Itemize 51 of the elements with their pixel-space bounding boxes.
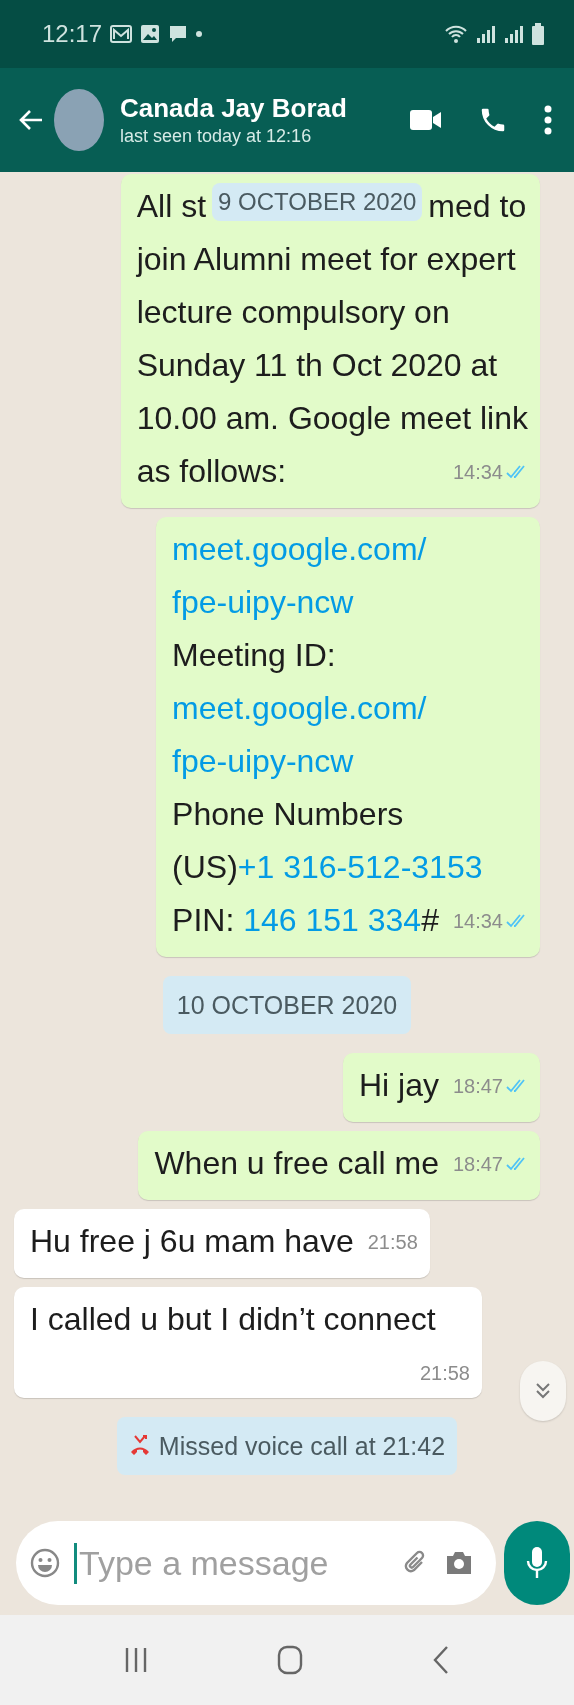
message-text: Sunday 11 th Oct 2020 at xyxy=(136,346,499,385)
clock-time: 12:17 xyxy=(42,20,103,48)
mail-icon xyxy=(110,24,133,44)
message-time: 18:47 xyxy=(452,1152,503,1177)
message-bubble[interactable]: All st 9 OCTOBER 2020 med to join Alumni meet for expert lecture compulsory on Sunday 11 th Oct 2020 at 10.00 am. Google meet link as follows: 14:34 xyxy=(120,174,540,508)
message-time: 21:58 xyxy=(419,1361,470,1386)
date-chip: 10 OCTOBER 2020 xyxy=(162,976,412,1034)
wifi-icon xyxy=(444,24,468,44)
contact-name[interactable]: Canada Jay Borad xyxy=(120,93,400,124)
video-call-icon[interactable] xyxy=(410,108,442,132)
message-bubble[interactable]: When u free call me 18:47 xyxy=(138,1131,540,1200)
last-seen-text: last seen today at 12:16 xyxy=(120,126,313,147)
double-chevron-icon xyxy=(534,1382,552,1400)
message-text: lecture compulsory on xyxy=(136,293,451,332)
message-text: Phone Numbers xyxy=(172,795,405,834)
message-text: PIN: 146 151 334# xyxy=(172,902,439,938)
message-text: (US)+1 316-512-3153 xyxy=(172,848,484,887)
message-bubble[interactable]: Hu free j 6u mam have 21:58 xyxy=(14,1209,430,1278)
chat-icon xyxy=(168,24,189,44)
signal-icon xyxy=(476,24,496,44)
message-time: 21:58 xyxy=(367,1230,418,1255)
message-text: join Alumni meet for expert xyxy=(136,240,517,279)
message-bubble[interactable]: Hi jay 18:47 xyxy=(342,1053,540,1122)
message-text: med to xyxy=(428,187,527,226)
message-time: 14:34 xyxy=(452,909,503,934)
signal-icon xyxy=(504,24,524,44)
message-text: Hu free j 6u mam have xyxy=(30,1223,354,1259)
date-chip: 9 OCTOBER 2020 xyxy=(212,182,423,221)
missed-call-notice[interactable]: Missed voice call at 21:42 xyxy=(116,1417,458,1475)
microphone-icon xyxy=(525,1546,549,1580)
message-text: 10.00 am. Google meet link xyxy=(136,399,528,438)
message-text: I called u but I didn’t connect xyxy=(30,1301,436,1337)
more-options-icon[interactable] xyxy=(544,105,552,135)
recent-apps-icon[interactable] xyxy=(124,1646,149,1674)
message-field[interactable]: Type a message xyxy=(16,1521,496,1605)
message-text: All st xyxy=(136,187,206,226)
back-icon[interactable] xyxy=(431,1645,450,1675)
battery-icon xyxy=(532,23,544,45)
scroll-down-button[interactable] xyxy=(520,1361,566,1421)
message-time: 18:47 xyxy=(452,1074,503,1099)
message-text: as follows: xyxy=(136,453,287,489)
image-icon xyxy=(140,24,161,44)
emoji-icon[interactable] xyxy=(30,1548,60,1578)
camera-icon[interactable] xyxy=(444,1549,474,1577)
message-bubble[interactable]: I called u but I didn’t connect 21:58 xyxy=(14,1287,482,1398)
message-time: 14:34 xyxy=(452,460,503,485)
message-text: Meeting ID: xyxy=(172,636,337,675)
dot-icon xyxy=(196,31,203,37)
message-text: When u free call me xyxy=(154,1145,439,1181)
message-text: Hi jay xyxy=(358,1067,439,1103)
home-icon[interactable] xyxy=(277,1645,303,1675)
